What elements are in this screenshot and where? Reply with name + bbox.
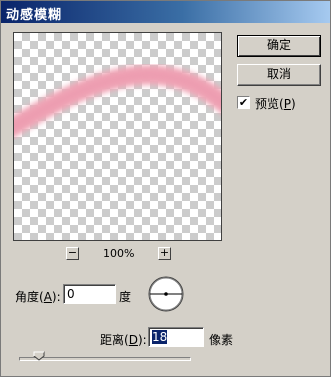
distance-input[interactable]: 18 [148, 327, 204, 347]
distance-label: 距离(D): [100, 333, 147, 347]
cancel-button[interactable]: 取消 [237, 64, 321, 86]
angle-unit: 度 [119, 290, 132, 304]
zoom-in-button[interactable]: + [158, 247, 171, 260]
blurred-stroke [14, 64, 221, 138]
ok-button[interactable]: 确定 [237, 35, 321, 57]
zoom-level: 100% [103, 247, 135, 260]
checkbox-check-icon[interactable]: ✔ [237, 96, 250, 109]
zoom-out-button[interactable]: − [66, 247, 79, 260]
title-bar[interactable]: 动感模糊 [1, 1, 330, 23]
preview-canvas[interactable] [13, 32, 222, 241]
distance-slider-thumb[interactable] [33, 351, 45, 361]
dialog-title: 动感模糊 [6, 8, 63, 23]
angle-input[interactable]: 0 [63, 284, 116, 304]
motion-blur-dialog: 动感模糊 − 100% + 确定 取消 ✔ 预览(P) 角度(A): 0 度 距… [0, 0, 331, 377]
preview-checkbox-label: 预览(P) [255, 97, 296, 111]
angle-dial[interactable] [147, 275, 185, 313]
distance-value: 18 [152, 330, 168, 344]
distance-unit: 像素 [209, 333, 234, 347]
angle-label: 角度(A): [15, 290, 61, 304]
zoom-controls: − 100% + [66, 247, 176, 263]
